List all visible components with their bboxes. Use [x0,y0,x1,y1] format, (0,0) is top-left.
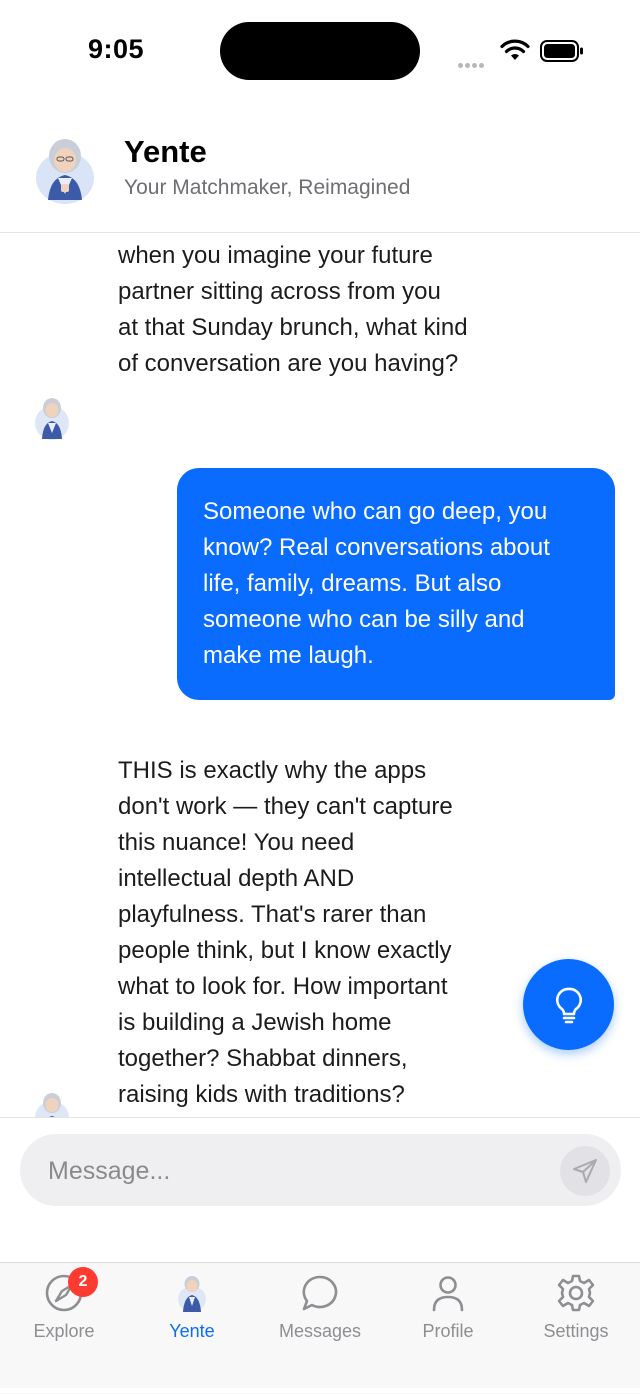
tab-explore[interactable]: 2 Explore [0,1267,128,1353]
send-button[interactable] [560,1146,610,1196]
grandmother-avatar-icon [35,398,69,440]
wifi-icon [500,39,530,60]
lightbulb-icon [555,987,582,1023]
message-input-container [20,1134,621,1208]
bot-message: THIS is exactly why the apps don't work … [118,757,453,1108]
status-bar: 9:05 [0,0,640,104]
tab-label: Messages [278,1321,362,1341]
notification-badge: 2 [68,1267,98,1297]
gear-icon [557,1274,595,1312]
chat-header: Yente Your Matchmaker, Reimagined [0,104,640,233]
person-icon [432,1276,464,1312]
tab-messages[interactable]: Messages [256,1273,384,1353]
tab-settings[interactable]: Settings [512,1273,640,1353]
tab-bar: 2 Explore Yente Messages Profile Setting… [0,1262,640,1394]
header-subtitle: Your Matchmaker, Reimagined [124,176,411,199]
message-input[interactable] [46,1134,550,1208]
tab-yente[interactable]: Yente [128,1273,256,1353]
tab-label: Settings [543,1321,609,1341]
tab-label: Explore [33,1321,95,1341]
tab-label: Profile [422,1321,474,1341]
bot-message: when you imagine your future partner sit… [118,242,468,377]
send-icon [573,1159,597,1183]
grandmother-avatar-icon [36,139,94,204]
home-indicator-area [0,1388,640,1393]
header-title: Yente [124,134,207,169]
battery-icon [540,40,583,62]
chat-bubble-icon [302,1275,338,1311]
status-time: 9:05 [88,34,145,64]
tab-label: Yente [169,1321,215,1341]
tab-profile[interactable]: Profile [384,1273,512,1353]
user-message-bubble: Someone who can go deep, you know? Real … [177,468,615,700]
cellular-signal-icon [458,55,492,68]
grandmother-avatar-icon [178,1276,206,1312]
grandmother-avatar-icon [35,1093,69,1117]
suggestions-button[interactable] [523,959,614,1050]
dynamic-island [220,22,420,80]
message-composer [0,1117,640,1263]
